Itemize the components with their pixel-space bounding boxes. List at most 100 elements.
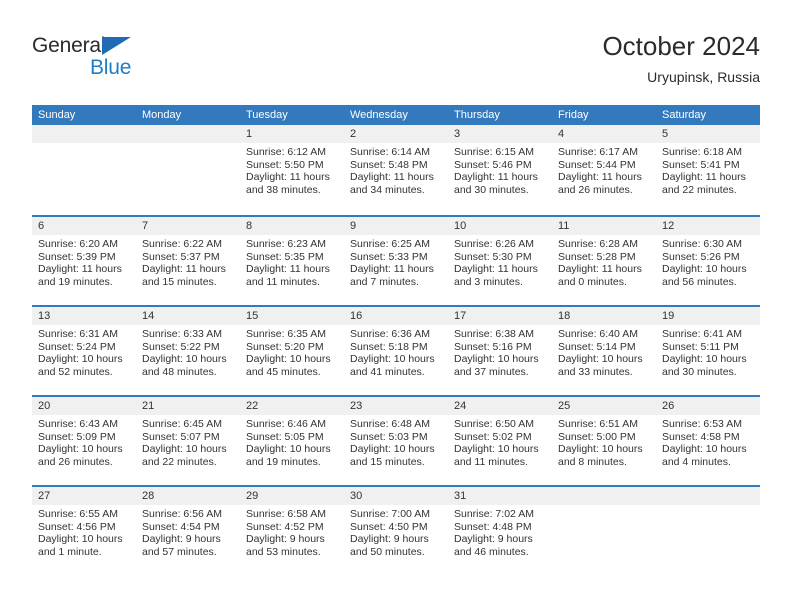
day-cell-26[interactable]: 26 Sunrise: 6:53 AM Sunset: 4:58 PM Dayligh… bbox=[656, 397, 760, 485]
daylight-text-line2: and 22 minutes. bbox=[662, 183, 737, 196]
day-cell-7[interactable]: 7 Sunrise: 6:22 AM Sunset: 5:37 PM Daylight… bbox=[136, 217, 240, 305]
daylight-text-line2: and 19 minutes. bbox=[38, 275, 113, 288]
page-subtitle-location: Uryupinsk, Russia bbox=[647, 69, 760, 85]
sunrise-text: Sunrise: 6:23 AM bbox=[246, 238, 326, 250]
day-number bbox=[552, 487, 656, 505]
daylight-text-line1: Daylight: 11 hours bbox=[558, 263, 642, 276]
day-cell-20[interactable]: 20 Sunrise: 6:43 AM Sunset: 5:09 PM Dayligh… bbox=[32, 397, 136, 485]
daylight-text-line2: and 15 minutes. bbox=[142, 275, 217, 288]
day-info: Sunrise: 6:56 AM Sunset: 4:54 PM Daylight:… bbox=[136, 505, 240, 558]
daylight-text-line2: and 7 minutes. bbox=[350, 275, 419, 288]
day-info: Sunrise: 6:15 AM Sunset: 5:46 PM Daylight:… bbox=[448, 143, 552, 196]
day-cell-27[interactable]: 27 Sunrise: 6:55 AM Sunset: 4:56 PM Dayligh… bbox=[32, 487, 136, 575]
sunset-text: Sunset: 5:39 PM bbox=[38, 250, 116, 263]
day-cell-30[interactable]: 30 Sunrise: 7:00 AM Sunset: 4:50 PM Dayligh… bbox=[344, 487, 448, 575]
daylight-text-line1: Daylight: 10 hours bbox=[38, 443, 123, 456]
day-cell-17[interactable]: 17 Sunrise: 6:38 AM Sunset: 5:16 PM Dayligh… bbox=[448, 307, 552, 395]
day-cell-21[interactable]: 21 Sunrise: 6:45 AM Sunset: 5:07 PM Dayligh… bbox=[136, 397, 240, 485]
day-cell-9[interactable]: 9 Sunrise: 6:25 AM Sunset: 5:33 PM Daylight… bbox=[344, 217, 448, 305]
logo-text-blue: Blue bbox=[90, 56, 132, 79]
sunset-text: Sunset: 5:35 PM bbox=[246, 250, 324, 263]
daylight-text-line2: and 45 minutes. bbox=[246, 365, 321, 378]
daylight-text-line2: and 1 minute. bbox=[38, 545, 102, 558]
day-number: 24 bbox=[448, 397, 552, 415]
day-info: Sunrise: 6:41 AM Sunset: 5:11 PM Daylight:… bbox=[656, 325, 760, 378]
day-cell-3[interactable]: 3 Sunrise: 6:15 AM Sunset: 5:46 PM Daylight… bbox=[448, 125, 552, 215]
day-cell-29[interactable]: 29 Sunrise: 6:58 AM Sunset: 4:52 PM Dayligh… bbox=[240, 487, 344, 575]
daylight-text-line1: Daylight: 9 hours bbox=[454, 533, 533, 546]
daylight-text-line2: and 53 minutes. bbox=[246, 545, 321, 558]
day-cell-11[interactable]: 11 Sunrise: 6:28 AM Sunset: 5:28 PM Dayligh… bbox=[552, 217, 656, 305]
sunrise-text: Sunrise: 6:55 AM bbox=[38, 508, 118, 520]
page-title: October 2024 bbox=[602, 31, 760, 61]
day-cell-5[interactable]: 5 Sunrise: 6:18 AM Sunset: 5:41 PM Daylight… bbox=[656, 125, 760, 215]
day-number: 10 bbox=[448, 217, 552, 235]
day-info: Sunrise: 6:53 AM Sunset: 4:58 PM Daylight:… bbox=[656, 415, 760, 468]
day-cell-23[interactable]: 23 Sunrise: 6:48 AM Sunset: 5:03 PM Dayligh… bbox=[344, 397, 448, 485]
day-cell-14[interactable]: 14 Sunrise: 6:33 AM Sunset: 5:22 PM Dayligh… bbox=[136, 307, 240, 395]
daylight-text-line1: Daylight: 11 hours bbox=[350, 263, 434, 276]
sunset-text: Sunset: 4:56 PM bbox=[38, 520, 116, 533]
weekday-header-saturday: Saturday bbox=[662, 109, 707, 121]
sunset-text: Sunset: 5:22 PM bbox=[142, 340, 220, 353]
day-info: Sunrise: 6:58 AM Sunset: 4:52 PM Daylight:… bbox=[240, 505, 344, 558]
day-number: 12 bbox=[656, 217, 760, 235]
day-cell-28[interactable]: 28 Sunrise: 6:56 AM Sunset: 4:54 PM Dayligh… bbox=[136, 487, 240, 575]
daylight-text-line2: and 34 minutes. bbox=[350, 183, 425, 196]
day-number: 9 bbox=[344, 217, 448, 235]
sunrise-text: Sunrise: 6:45 AM bbox=[142, 418, 222, 430]
sunset-text: Sunset: 5:11 PM bbox=[662, 340, 739, 353]
day-info bbox=[32, 143, 136, 146]
day-number: 11 bbox=[552, 217, 656, 235]
day-cell-6[interactable]: 6 Sunrise: 6:20 AM Sunset: 5:39 PM Daylight… bbox=[32, 217, 136, 305]
sunset-text: Sunset: 5:48 PM bbox=[350, 158, 428, 171]
daylight-text-line2: and 15 minutes. bbox=[350, 455, 425, 468]
day-number: 23 bbox=[344, 397, 448, 415]
sunrise-text: Sunrise: 6:28 AM bbox=[558, 238, 638, 250]
day-number bbox=[656, 487, 760, 505]
day-cell-16[interactable]: 16 Sunrise: 6:36 AM Sunset: 5:18 PM Dayligh… bbox=[344, 307, 448, 395]
general-blue-logo[interactable]: General Blue bbox=[32, 34, 212, 90]
day-cell-1[interactable]: 1 Sunrise: 6:12 AM Sunset: 5:50 PM Daylight… bbox=[240, 125, 344, 215]
daylight-text-line1: Daylight: 10 hours bbox=[662, 263, 747, 276]
daylight-text-line1: Daylight: 10 hours bbox=[142, 443, 227, 456]
weekday-header-sunday: Sunday bbox=[38, 109, 76, 121]
daylight-text-line2: and 30 minutes. bbox=[662, 365, 737, 378]
day-cell-18[interactable]: 18 Sunrise: 6:40 AM Sunset: 5:14 PM Dayligh… bbox=[552, 307, 656, 395]
day-info: Sunrise: 6:28 AM Sunset: 5:28 PM Daylight:… bbox=[552, 235, 656, 288]
day-info bbox=[656, 505, 760, 508]
sunset-text: Sunset: 5:07 PM bbox=[142, 430, 220, 443]
daylight-text-line1: Daylight: 10 hours bbox=[142, 353, 227, 366]
daylight-text-line1: Daylight: 10 hours bbox=[38, 353, 123, 366]
sunset-text: Sunset: 4:50 PM bbox=[350, 520, 428, 533]
day-info: Sunrise: 6:14 AM Sunset: 5:48 PM Daylight:… bbox=[344, 143, 448, 196]
calendar-week-row: 20 Sunrise: 6:43 AM Sunset: 5:09 PM Dayligh… bbox=[32, 395, 760, 485]
day-cell-25[interactable]: 25 Sunrise: 6:51 AM Sunset: 5:00 PM Dayligh… bbox=[552, 397, 656, 485]
day-info: Sunrise: 6:23 AM Sunset: 5:35 PM Daylight:… bbox=[240, 235, 344, 288]
daylight-text-line1: Daylight: 10 hours bbox=[246, 443, 331, 456]
day-info: Sunrise: 6:45 AM Sunset: 5:07 PM Daylight:… bbox=[136, 415, 240, 468]
day-cell-15[interactable]: 15 Sunrise: 6:35 AM Sunset: 5:20 PM Dayligh… bbox=[240, 307, 344, 395]
day-number: 4 bbox=[552, 125, 656, 143]
day-cell-empty bbox=[552, 487, 656, 575]
daylight-text-line1: Daylight: 9 hours bbox=[350, 533, 429, 546]
day-info: Sunrise: 6:31 AM Sunset: 5:24 PM Daylight:… bbox=[32, 325, 136, 378]
day-info: Sunrise: 6:38 AM Sunset: 5:16 PM Daylight:… bbox=[448, 325, 552, 378]
day-cell-10[interactable]: 10 Sunrise: 6:26 AM Sunset: 5:30 PM Dayligh… bbox=[448, 217, 552, 305]
day-info bbox=[136, 143, 240, 146]
day-cell-22[interactable]: 22 Sunrise: 6:46 AM Sunset: 5:05 PM Dayligh… bbox=[240, 397, 344, 485]
day-cell-8[interactable]: 8 Sunrise: 6:23 AM Sunset: 5:35 PM Daylight… bbox=[240, 217, 344, 305]
day-cell-13[interactable]: 13 Sunrise: 6:31 AM Sunset: 5:24 PM Dayligh… bbox=[32, 307, 136, 395]
daylight-text-line1: Daylight: 10 hours bbox=[454, 353, 539, 366]
sunrise-text: Sunrise: 6:50 AM bbox=[454, 418, 534, 430]
sunrise-text: Sunrise: 6:30 AM bbox=[662, 238, 742, 250]
day-info: Sunrise: 6:33 AM Sunset: 5:22 PM Daylight:… bbox=[136, 325, 240, 378]
day-cell-12[interactable]: 12 Sunrise: 6:30 AM Sunset: 5:26 PM Dayligh… bbox=[656, 217, 760, 305]
day-cell-31[interactable]: 31 Sunrise: 7:02 AM Sunset: 4:48 PM Dayligh… bbox=[448, 487, 552, 575]
sunset-text: Sunset: 4:58 PM bbox=[662, 430, 740, 443]
day-cell-4[interactable]: 4 Sunrise: 6:17 AM Sunset: 5:44 PM Daylight… bbox=[552, 125, 656, 215]
day-cell-24[interactable]: 24 Sunrise: 6:50 AM Sunset: 5:02 PM Dayligh… bbox=[448, 397, 552, 485]
day-cell-2[interactable]: 2 Sunrise: 6:14 AM Sunset: 5:48 PM Daylight… bbox=[344, 125, 448, 215]
day-cell-19[interactable]: 19 Sunrise: 6:41 AM Sunset: 5:11 PM Dayligh… bbox=[656, 307, 760, 395]
daylight-text-line2: and 11 minutes. bbox=[454, 455, 528, 468]
